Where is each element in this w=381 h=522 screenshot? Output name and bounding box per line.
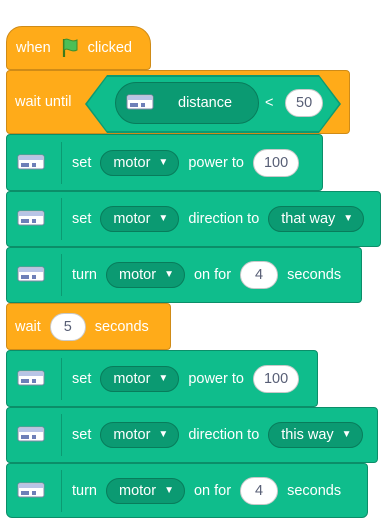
motor-dropdown-label: motor: [113, 211, 151, 227]
wedo-hub-icon: [17, 425, 45, 445]
direction-dropdown[interactable]: this way ▼: [268, 422, 363, 448]
distance-label: distance: [178, 95, 233, 111]
power-to-label: power to: [188, 370, 244, 387]
extension-divider: [61, 198, 62, 240]
set-motor-direction-block[interactable]: set motor ▼ direction to this way ▼: [6, 407, 378, 463]
caret-down-icon: ▼: [158, 213, 169, 224]
motor-dropdown-label: motor: [113, 427, 151, 443]
power-to-label: power to: [188, 154, 244, 171]
set-label: set: [72, 427, 92, 443]
wedo-hub-icon: [17, 209, 45, 229]
wedo-hub-icon: [17, 153, 45, 173]
on-for-label: on for: [193, 482, 232, 499]
caret-down-icon: ▼: [341, 429, 352, 440]
turn-label: turn: [72, 482, 97, 499]
motor-dropdown[interactable]: motor ▼: [100, 206, 180, 232]
extension-divider: [61, 357, 62, 400]
wedo-hub-icon: [17, 369, 45, 389]
motor-dropdown[interactable]: motor ▼: [106, 262, 185, 288]
extension-divider: [61, 469, 62, 512]
motor-dropdown[interactable]: motor ▼: [100, 365, 180, 392]
motor-dropdown-label: motor: [113, 154, 151, 171]
caret-down-icon: ▼: [158, 372, 169, 384]
duration-input[interactable]: 4: [240, 476, 279, 505]
set-label: set: [72, 211, 92, 227]
turn-label: turn: [72, 267, 97, 283]
wedo-hub-icon: [17, 265, 45, 285]
wait-duration-input[interactable]: 5: [49, 312, 86, 341]
extension-divider: [61, 141, 62, 184]
less-than-label: <: [265, 95, 274, 111]
direction-dropdown-label: this way: [281, 427, 334, 443]
duration-input[interactable]: 4: [240, 261, 279, 289]
motor-dropdown-label: motor: [113, 370, 151, 387]
direction-dropdown-label: that way: [281, 211, 336, 227]
seconds-label: seconds: [287, 267, 342, 283]
wait-seconds-block[interactable]: wait 5 seconds: [6, 303, 171, 350]
motor-dropdown[interactable]: motor ▼: [100, 422, 180, 448]
motor-dropdown[interactable]: motor ▼: [100, 149, 180, 176]
set-motor-power-block[interactable]: set motor ▼ power to 100: [6, 134, 323, 191]
seconds-label: seconds: [94, 318, 149, 335]
caret-down-icon: ▼: [158, 429, 169, 440]
direction-to-label: direction to: [188, 427, 260, 443]
wait-label: wait: [15, 318, 41, 335]
motor-dropdown-label: motor: [119, 267, 157, 283]
seconds-label: seconds: [287, 482, 342, 499]
motor-dropdown-label: motor: [119, 482, 157, 499]
caret-down-icon: ▼: [158, 156, 169, 168]
on-for-label: on for: [193, 267, 232, 283]
set-label: set: [72, 370, 92, 387]
set-label: set: [72, 154, 92, 171]
caret-down-icon: ▼: [164, 269, 174, 280]
caret-down-icon: ▼: [343, 213, 354, 224]
set-motor-direction-block[interactable]: set motor ▼ direction to that way ▼: [6, 191, 381, 247]
wedo-hub-icon: [126, 93, 154, 113]
distance-threshold-input[interactable]: 50: [285, 89, 324, 117]
when-label: when: [16, 40, 51, 56]
direction-to-label: direction to: [188, 211, 260, 227]
caret-down-icon: ▼: [164, 484, 174, 496]
extension-divider: [61, 254, 62, 296]
turn-motor-on-for-block[interactable]: turn motor ▼ on for 4 seconds: [6, 247, 362, 303]
power-value-input[interactable]: 100: [252, 148, 300, 177]
green-flag-icon: [62, 38, 78, 57]
wedo-hub-icon: [17, 481, 45, 501]
when-flag-clicked-block[interactable]: when clicked: [6, 26, 151, 70]
motor-dropdown[interactable]: motor ▼: [106, 477, 185, 504]
power-value-input[interactable]: 100: [252, 364, 300, 393]
turn-motor-on-for-block[interactable]: turn motor ▼ on for 4 seconds: [6, 463, 368, 518]
wait-until-label: wait until: [15, 94, 72, 110]
extension-divider: [61, 414, 62, 456]
clicked-label: clicked: [87, 40, 132, 56]
direction-dropdown[interactable]: that way ▼: [268, 206, 365, 232]
set-motor-power-block[interactable]: set motor ▼ power to 100: [6, 350, 318, 407]
